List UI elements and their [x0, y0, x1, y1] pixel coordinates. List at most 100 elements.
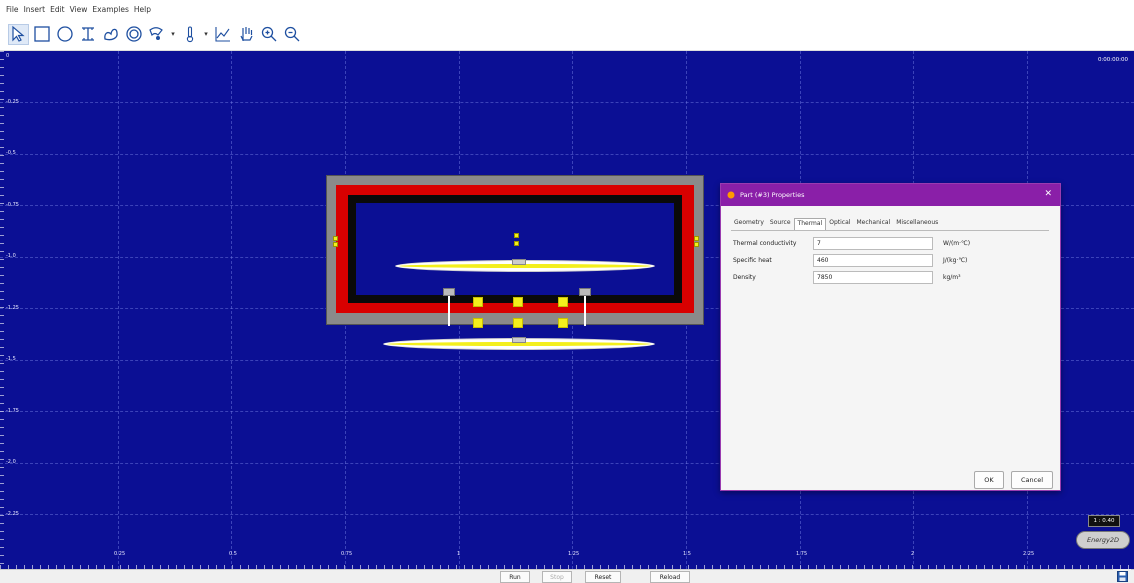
y-axis-label: -0.25 [6, 99, 19, 105]
grid-line [0, 102, 1134, 103]
grid-line [0, 154, 1134, 155]
sample-block[interactable] [473, 297, 483, 307]
reload-button[interactable]: Reload [650, 571, 690, 583]
menu-bar: File Insert Edit View Examples Help [0, 0, 1134, 18]
x-axis-label: 2 [911, 551, 915, 557]
dialog-title-bar[interactable]: Part (#3) Properties [721, 184, 1060, 206]
grid-line [0, 514, 1134, 515]
x-axis-label: 2.25 [1023, 551, 1035, 557]
property-row-specific-heat: Specific heat 460 J/(kg·℃) [731, 254, 1051, 268]
density-label: Density [733, 274, 756, 281]
thermal-conductivity-field[interactable]: 7 [813, 237, 933, 250]
fan-icon[interactable] [146, 24, 167, 45]
ok-button[interactable]: OK [974, 471, 1004, 489]
x-axis-label: 0.25 [114, 551, 126, 557]
y-axis-label: -1.25 [6, 305, 19, 311]
control-point[interactable] [514, 241, 519, 246]
x-axis-label: 0.75 [341, 551, 353, 557]
save-icon[interactable] [1113, 569, 1131, 583]
thermal-conductivity-label: Thermal conductivity [733, 240, 797, 247]
tab-geometry[interactable]: Geometry [731, 218, 767, 230]
control-bar: Run Stop Reset Reload [0, 569, 1134, 583]
sample-block[interactable] [513, 297, 523, 307]
x-axis-label: 1.5 [683, 551, 691, 557]
menu-insert[interactable]: Insert [24, 5, 46, 14]
thermometer-icon[interactable] [179, 24, 200, 45]
y-axis-label: -2.25 [6, 511, 19, 517]
scale-indicator: 1 : 0.40 [1088, 515, 1120, 527]
inner-cavity [356, 203, 674, 295]
zoom-in-icon[interactable] [258, 24, 279, 45]
y-axis-label: -0.75 [6, 202, 19, 208]
close-icon[interactable]: ✕ [1044, 189, 1052, 199]
tab-miscellaneous[interactable]: Miscellaneous [893, 218, 941, 230]
y-axis-label: -1.0 [6, 253, 16, 259]
menu-file[interactable]: File [6, 5, 19, 14]
control-point[interactable] [514, 233, 519, 238]
select-arrow-icon[interactable] [8, 23, 29, 45]
dialog-title: Part (#3) Properties [740, 191, 805, 199]
app-icon [727, 191, 735, 199]
menu-examples[interactable]: Examples [92, 5, 128, 14]
zoom-out-icon[interactable] [281, 24, 302, 45]
thermal-conductivity-unit: W/(m·℃) [943, 240, 971, 247]
toolbar: ▾ ▾ [0, 18, 1134, 51]
tab-optical[interactable]: Optical [826, 218, 853, 230]
thermometer-right-stem [584, 296, 586, 326]
density-field[interactable]: 7850 [813, 271, 933, 284]
top-connector [512, 259, 526, 265]
dialog-tabs: Geometry Source Thermal Optical Mechanic… [731, 218, 1049, 231]
control-point[interactable] [694, 242, 699, 247]
thermal-model[interactable] [326, 175, 704, 349]
simulation-timer: 0:00:00:00 [1097, 57, 1128, 63]
y-axis-label: 0 [6, 53, 10, 59]
bottom-connector [512, 337, 526, 343]
energy2d-logo: Energy2D [1076, 531, 1130, 549]
y-axis-label: -2.0 [6, 459, 16, 465]
cancel-button[interactable]: Cancel [1011, 471, 1053, 489]
thermometer-right[interactable] [579, 288, 591, 296]
hand-icon[interactable] [235, 24, 256, 45]
tab-thermal[interactable]: Thermal [793, 218, 827, 230]
run-button[interactable]: Run [500, 571, 530, 583]
x-axis-label: 0.5 [229, 551, 237, 557]
y-axis-label: -1.75 [6, 408, 19, 414]
control-point[interactable] [694, 236, 699, 241]
menu-edit[interactable]: Edit [50, 5, 65, 14]
tab-mechanical[interactable]: Mechanical [853, 218, 893, 230]
control-point[interactable] [333, 242, 338, 247]
stop-button[interactable]: Stop [542, 571, 572, 583]
reset-button[interactable]: Reset [585, 571, 621, 583]
rectangle-icon[interactable] [31, 24, 52, 45]
x-axis-label: 1 [457, 551, 461, 557]
blob-icon[interactable] [100, 24, 121, 45]
y-axis-label: -0.5 [6, 150, 16, 156]
graph-icon[interactable] [212, 24, 233, 45]
property-row-density: Density 7850 kg/m³ [731, 271, 1051, 285]
control-point[interactable] [333, 236, 338, 241]
specific-heat-unit: J/(kg·℃) [943, 257, 968, 264]
vertical-ruler [0, 51, 4, 569]
sample-block[interactable] [558, 297, 568, 307]
sample-block[interactable] [558, 318, 568, 328]
x-axis-label: 1.75 [796, 551, 808, 557]
thermometer-left[interactable] [443, 288, 455, 296]
sample-block[interactable] [473, 318, 483, 328]
ellipse-icon[interactable] [54, 24, 75, 45]
menu-help[interactable]: Help [134, 5, 151, 14]
ring-icon[interactable] [123, 24, 144, 45]
grid-line [231, 51, 232, 569]
chevron-down-icon[interactable]: ▾ [202, 24, 210, 45]
chevron-down-icon[interactable]: ▾ [169, 24, 177, 45]
specific-heat-label: Specific heat [733, 257, 772, 264]
part-properties-dialog: Part (#3) Properties ✕ Geometry Source T… [720, 183, 1061, 491]
specific-heat-field[interactable]: 460 [813, 254, 933, 267]
y-axis-label: -1.5 [6, 356, 16, 362]
grid-line [118, 51, 119, 569]
density-unit: kg/m³ [943, 274, 961, 281]
text-cursor-icon[interactable] [77, 24, 98, 45]
x-axis-label: 1.25 [568, 551, 580, 557]
menu-view[interactable]: View [70, 5, 88, 14]
sample-block[interactable] [513, 318, 523, 328]
tab-source[interactable]: Source [767, 218, 794, 230]
